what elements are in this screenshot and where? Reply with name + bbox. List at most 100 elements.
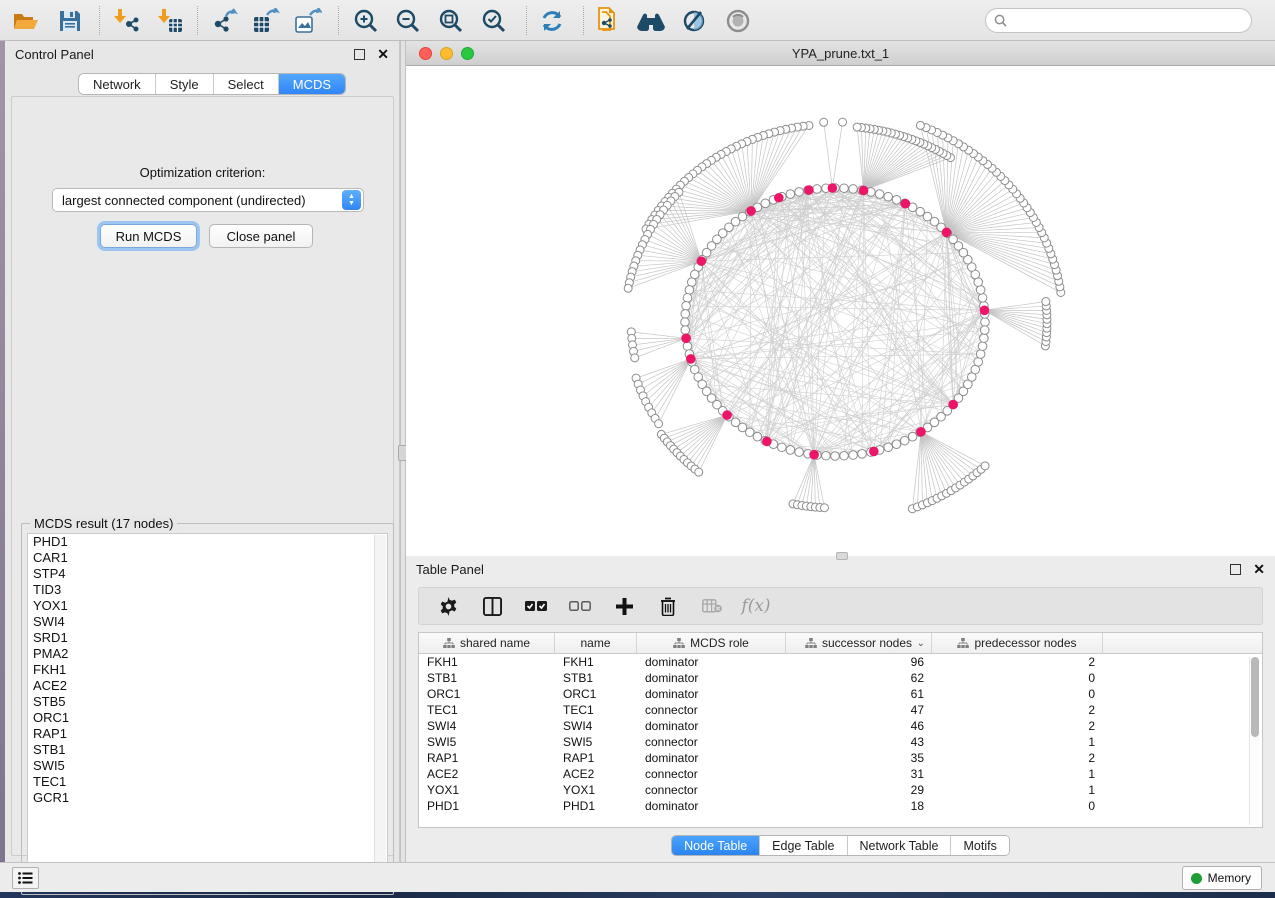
mcds-result-item[interactable]: TID3: [28, 582, 387, 598]
column-header-shared-name[interactable]: shared name: [419, 633, 555, 653]
network-from-selection-icon[interactable]: [594, 7, 622, 35]
show-graphics-details-icon[interactable]: [724, 7, 752, 35]
mcds-list-scrollbar[interactable]: [374, 535, 386, 889]
mcds-result-item[interactable]: GCR1: [28, 790, 387, 806]
mcds-result-item[interactable]: ORC1: [28, 710, 387, 726]
mcds-result-item[interactable]: PHD1: [28, 534, 387, 550]
float-panel-icon[interactable]: [354, 49, 365, 60]
mcds-result-item[interactable]: PMA2: [28, 646, 387, 662]
network-window-titlebar[interactable]: YPA_prune.txt_1: [406, 41, 1275, 66]
tab-style[interactable]: Style: [156, 74, 214, 94]
delete-column-trash-icon[interactable]: [657, 595, 679, 617]
memory-button[interactable]: Memory: [1182, 866, 1262, 890]
mcds-result-item[interactable]: CAR1: [28, 550, 387, 566]
mcds-result-item[interactable]: SWI5: [28, 758, 387, 774]
hide-graphics-details-icon[interactable]: [680, 7, 708, 35]
export-network-icon[interactable]: [212, 7, 240, 35]
toggle-column-pane-icon[interactable]: [481, 595, 503, 617]
table-row[interactable]: ACE2ACE2connector311: [419, 766, 1262, 782]
criterion-selected-value: largest connected component (undirected): [53, 193, 342, 208]
function-builder-icon: f(x): [745, 595, 767, 617]
column-header-predecessor-nodes[interactable]: predecessor nodes: [932, 633, 1103, 653]
open-session-icon[interactable]: [12, 7, 40, 35]
tab-network[interactable]: Network: [79, 74, 156, 94]
optimization-criterion-select[interactable]: largest connected component (undirected)…: [52, 188, 364, 212]
table-row[interactable]: PHD1PHD1dominator180: [419, 798, 1262, 814]
table-row[interactable]: ORC1ORC1dominator610: [419, 686, 1262, 702]
mcds-result-item[interactable]: FKH1: [28, 662, 387, 678]
cell-successor-nodes: 46: [786, 718, 932, 734]
node-table[interactable]: shared namenameMCDS rolesuccessor nodes⌄…: [418, 632, 1263, 828]
tab-mcds[interactable]: MCDS: [279, 74, 345, 94]
column-header-name[interactable]: name: [555, 633, 637, 653]
window-zoom-icon[interactable]: [461, 47, 474, 60]
mcds-result-item[interactable]: TEC1: [28, 774, 387, 790]
table-scrollbar[interactable]: [1249, 657, 1260, 825]
horizontal-splitter-handle[interactable]: [836, 552, 848, 560]
table-row[interactable]: SWI5SWI5connector431: [419, 734, 1262, 750]
table-toolbar: f(x): [418, 587, 1263, 625]
mcds-result-list[interactable]: PHD1CAR1STP4TID3YOX1SWI4SRD1PMA2FKH1ACE2…: [27, 533, 388, 889]
deselect-all-rows-icon[interactable]: [569, 595, 591, 617]
table-scrollbar-thumb[interactable]: [1251, 657, 1259, 737]
run-mcds-button[interactable]: Run MCDS: [100, 224, 197, 248]
task-history-button[interactable]: [12, 867, 39, 889]
cell-MCDS-role: dominator: [637, 654, 786, 670]
table-row[interactable]: YOX1YOX1connector291: [419, 782, 1262, 798]
mcds-result-item[interactable]: SWI4: [28, 614, 387, 630]
window-minimize-icon[interactable]: [440, 47, 453, 60]
mcds-result-item[interactable]: ACE2: [28, 678, 387, 694]
float-table-panel-icon[interactable]: [1230, 564, 1241, 575]
mcds-result-item[interactable]: STB5: [28, 694, 387, 710]
zoom-out-icon[interactable]: [394, 7, 422, 35]
mcds-result-item[interactable]: STB1: [28, 742, 387, 758]
close-panel-button[interactable]: Close panel: [209, 224, 313, 248]
window-close-icon[interactable]: [419, 47, 432, 60]
mcds-result-item[interactable]: SRD1: [28, 630, 387, 646]
cell-name: TEC1: [555, 702, 637, 718]
table-row[interactable]: STB1STB1dominator620: [419, 670, 1262, 686]
close-table-panel-icon[interactable]: ✕: [1253, 564, 1265, 575]
dropdown-stepper-icon: ▲▼: [342, 190, 361, 210]
table-row[interactable]: RAP1RAP1dominator352: [419, 750, 1262, 766]
mcds-result-item[interactable]: RAP1: [28, 726, 387, 742]
tab-select[interactable]: Select: [214, 74, 279, 94]
export-image-icon[interactable]: [294, 7, 322, 35]
search-input[interactable]: [1012, 14, 1251, 28]
tab-node-table[interactable]: Node Table: [672, 836, 760, 855]
import-network-icon[interactable]: [112, 7, 140, 35]
table-row[interactable]: TEC1TEC1connector472: [419, 702, 1262, 718]
network-view[interactable]: [406, 66, 1275, 556]
import-table-icon[interactable]: [156, 7, 184, 35]
cell-successor-nodes: 18: [786, 798, 932, 814]
zoom-in-icon[interactable]: [352, 7, 380, 35]
create-column-plus-icon[interactable]: [613, 595, 635, 617]
cell-successor-nodes: 31: [786, 766, 932, 782]
zoom-fit-icon[interactable]: [437, 7, 465, 35]
toolbar-separator: [99, 6, 100, 35]
save-session-icon[interactable]: [56, 7, 84, 35]
list-icon: [18, 872, 33, 884]
search-box[interactable]: [985, 8, 1252, 33]
toolbar-separator: [197, 6, 198, 35]
table-row[interactable]: FKH1FKH1dominator962: [419, 654, 1262, 670]
cell-shared-name: SWI4: [419, 718, 555, 734]
tab-network-table[interactable]: Network Table: [848, 836, 952, 855]
cell-successor-nodes: 43: [786, 734, 932, 750]
export-table-icon[interactable]: [252, 7, 280, 35]
table-panel-title: Table Panel: [416, 562, 484, 577]
tab-edge-table[interactable]: Edge Table: [760, 836, 847, 855]
table-settings-gear-icon[interactable]: [437, 595, 459, 617]
search-network-icon[interactable]: [634, 7, 668, 35]
zoom-selected-icon[interactable]: [480, 7, 508, 35]
column-header-MCDS-role[interactable]: MCDS role: [637, 633, 786, 653]
node-table-header: shared namenameMCDS rolesuccessor nodes⌄…: [419, 633, 1262, 654]
select-all-rows-icon[interactable]: [525, 595, 547, 617]
tab-motifs[interactable]: Motifs: [951, 836, 1008, 855]
mcds-result-item[interactable]: YOX1: [28, 598, 387, 614]
refresh-layout-icon[interactable]: [538, 7, 566, 35]
mcds-result-item[interactable]: STP4: [28, 566, 387, 582]
column-header-successor-nodes[interactable]: successor nodes⌄: [786, 633, 932, 653]
table-row[interactable]: SWI4SWI4dominator462: [419, 718, 1262, 734]
close-panel-icon[interactable]: ✕: [377, 49, 389, 60]
